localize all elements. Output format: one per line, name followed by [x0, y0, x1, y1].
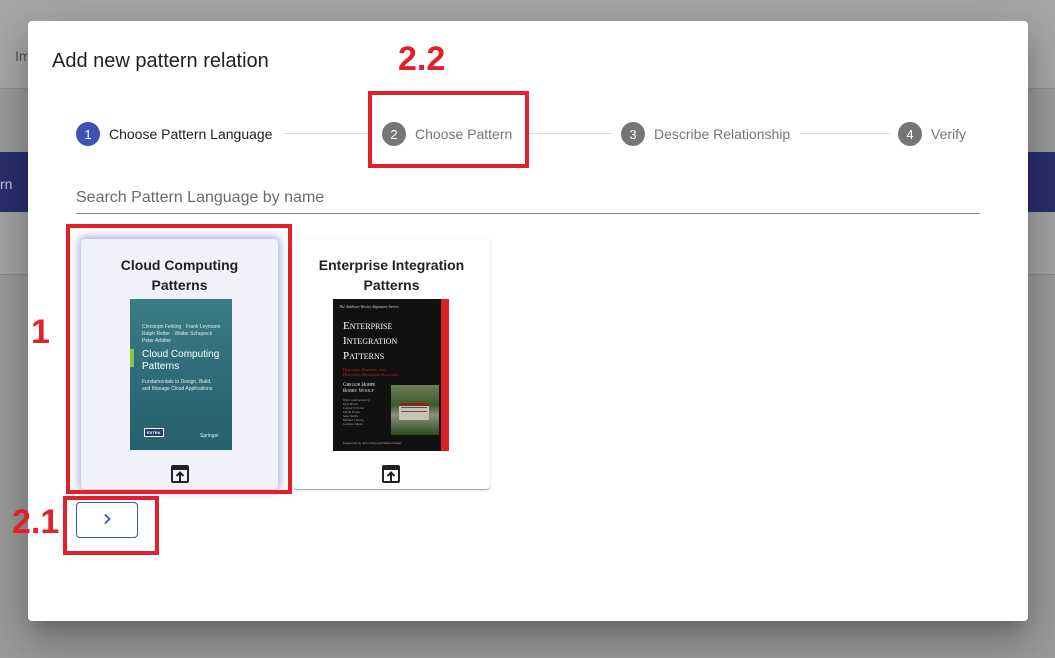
cover-building-photo [391, 385, 439, 435]
step-choose-pattern-language[interactable]: 1 Choose Pattern Language [76, 122, 272, 146]
step-number: 1 [76, 122, 100, 146]
step-label: Choose Pattern Language [109, 126, 273, 142]
step-number: 4 [898, 122, 922, 146]
stepper-connector [800, 133, 890, 134]
cover-foreword: Forewords by John Crupi and Martin Fowle… [343, 441, 402, 445]
stepper-connector [283, 133, 369, 134]
cover-red-spine [441, 299, 449, 451]
step-label: Describe Relationship [654, 126, 791, 142]
cover-contributors: With Contributions by Kyle Brown Conrad … [343, 398, 370, 426]
annotation-label-1: 1 [31, 313, 50, 351]
card-title: Enterprise Integration Patterns [318, 257, 465, 293]
annotation-box-next-button [63, 496, 159, 555]
cover-subtitle: Designing, Building, and Deploying Messa… [343, 367, 399, 377]
cover-title: Enterprise Integration Patterns [343, 320, 398, 362]
background-strip-text: rn [0, 176, 13, 192]
annotation-box-selected-card [66, 224, 292, 494]
step-describe-relationship[interactable]: 3 Describe Relationship [621, 122, 790, 146]
annotation-label-2-1: 2.1 [12, 503, 60, 541]
stepper-connector [525, 133, 613, 134]
cover-authors: Gregor Hohpe Bobby Woolf [343, 383, 376, 394]
step-number: 3 [621, 122, 645, 146]
open-in-new-icon[interactable] [381, 464, 401, 484]
pattern-language-search-input[interactable] [76, 183, 980, 214]
dialog-title: Add new pattern relation [52, 50, 269, 72]
step-label: Verify [931, 126, 967, 142]
book-cover-enterprise-integration: The Addison-Wesley Signature Series Ente… [333, 299, 449, 451]
annotation-box-choose-pattern [368, 91, 529, 168]
pattern-language-card-enterprise-integration[interactable]: Enterprise Integration Patterns The Addi… [293, 239, 490, 489]
annotation-label-2-2: 2.2 [398, 40, 446, 78]
step-verify[interactable]: 4 Verify [898, 122, 966, 146]
cover-series: The Addison-Wesley Signature Series [339, 304, 399, 309]
